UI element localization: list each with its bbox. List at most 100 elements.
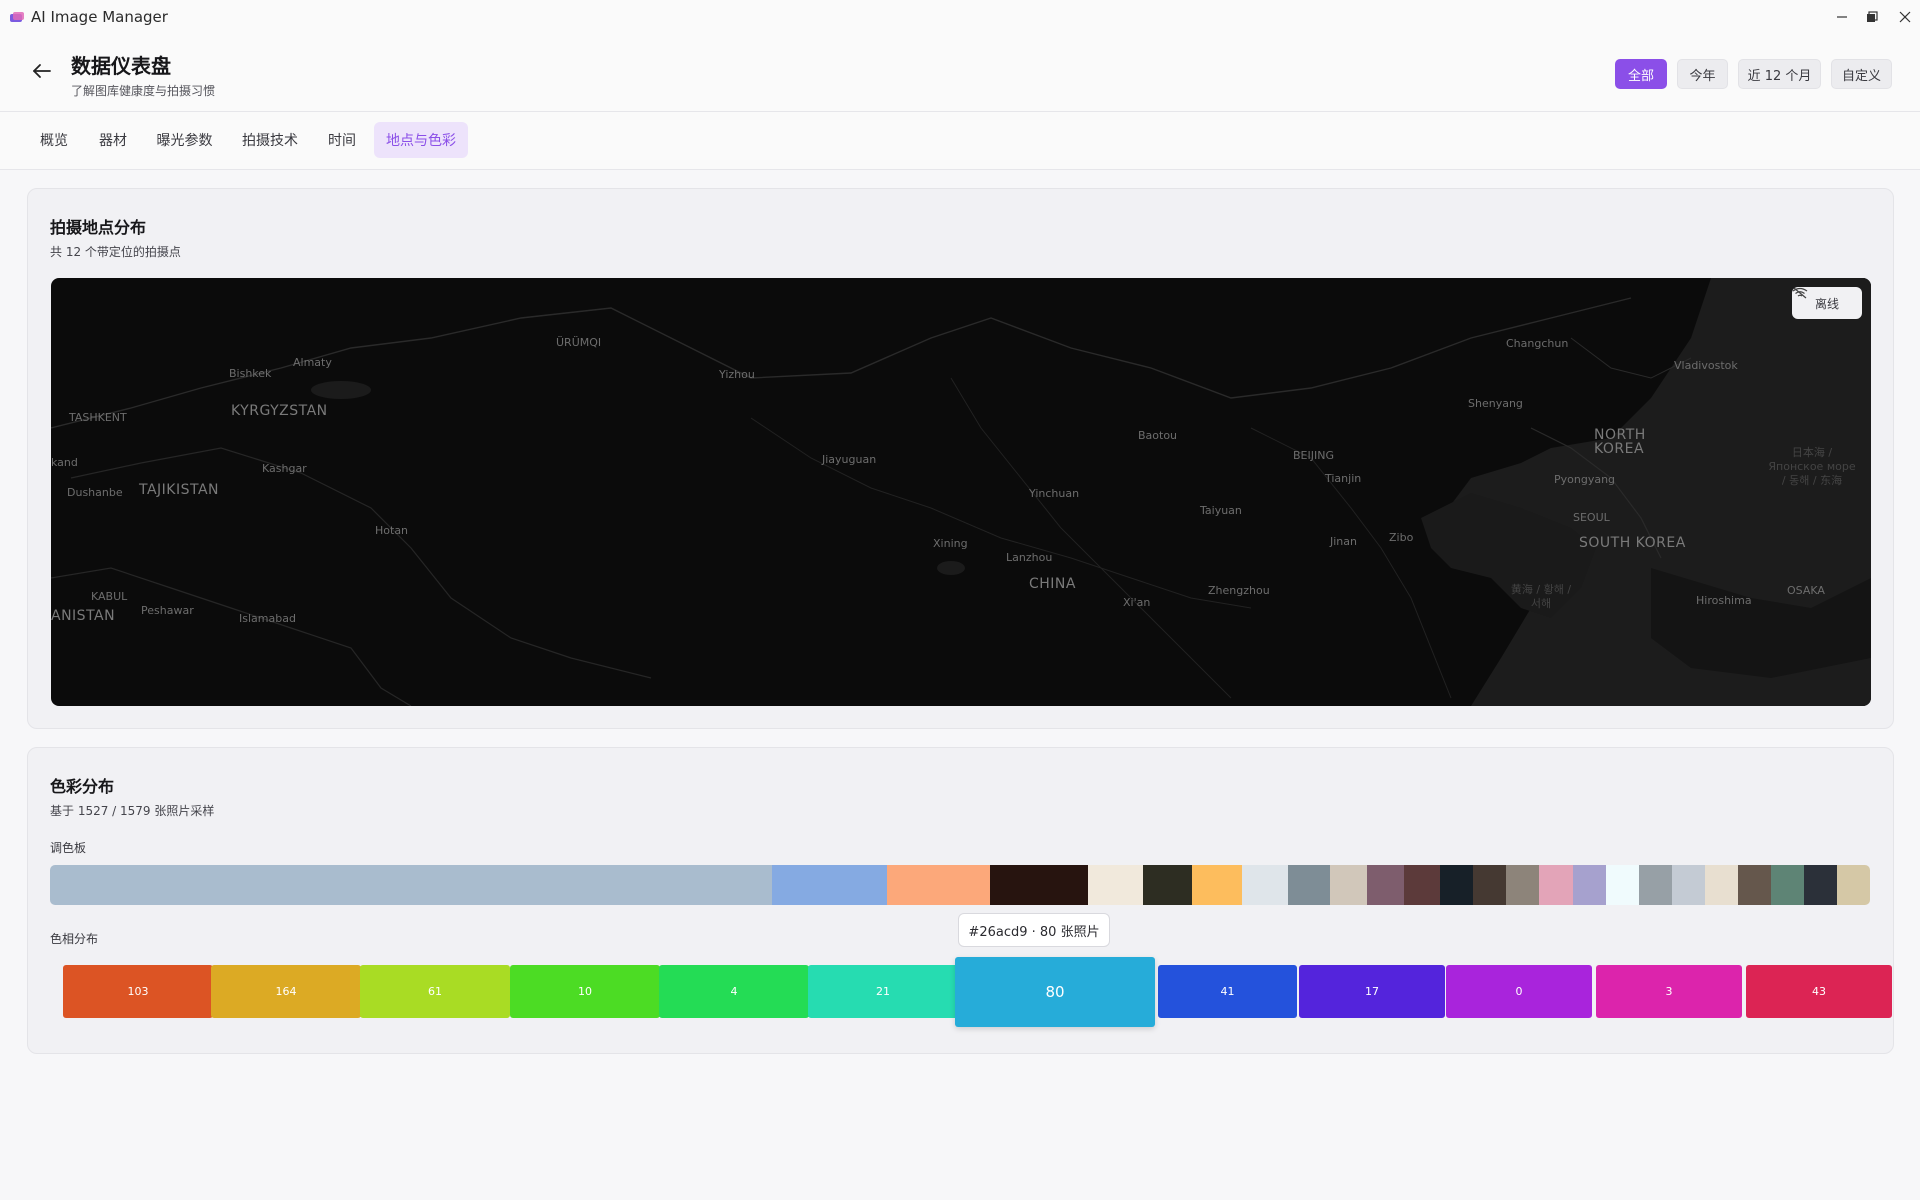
- map-label: OSAKA: [1787, 584, 1825, 597]
- map-label: Yinchuan: [1029, 487, 1080, 500]
- map-label: Zhengzhou: [1208, 584, 1270, 597]
- map-label: Kashgar: [262, 462, 307, 475]
- palette-swatch[interactable]: [1539, 865, 1573, 905]
- map-label: BEIJING: [1293, 449, 1334, 462]
- palette-swatch[interactable]: [1142, 865, 1193, 905]
- map-label: Taiyuan: [1200, 504, 1242, 517]
- map-label: SOUTH KOREA: [1579, 535, 1686, 551]
- palette-swatch[interactable]: [1638, 865, 1672, 905]
- palette-swatch[interactable]: [887, 865, 991, 905]
- map-label: Tianjin: [1325, 472, 1362, 485]
- palette-swatch[interactable]: [50, 865, 772, 905]
- hue-bar[interactable]: 164: [211, 965, 361, 1018]
- map-label: SEOUL: [1573, 511, 1610, 524]
- window-titlebar: AI Image Manager: [0, 0, 1920, 34]
- range-12-months-button[interactable]: 近 12 个月: [1738, 59, 1821, 89]
- map-label: Pyongyang: [1554, 473, 1616, 486]
- map-label: Jinan: [1330, 535, 1357, 548]
- close-button[interactable]: [1888, 0, 1920, 34]
- map-label: Vladivostok: [1674, 359, 1738, 372]
- hue-bar[interactable]: 21: [808, 965, 958, 1018]
- map-label: 日本海 / Японское море / 동해 / 东海: [1768, 446, 1856, 487]
- maximize-button[interactable]: [1855, 0, 1889, 34]
- map-label: TASHKENT: [69, 411, 127, 424]
- hue-bar[interactable]: 80: [955, 957, 1155, 1027]
- palette-swatch[interactable]: [1287, 865, 1331, 905]
- hue-bar[interactable]: 103: [63, 965, 213, 1018]
- palette-swatch[interactable]: [1192, 865, 1242, 905]
- map-label: Islamabad: [239, 612, 296, 625]
- hue-tooltip: #26acd9 · 80 张照片: [958, 913, 1110, 947]
- palette-label: 调色板: [50, 841, 87, 855]
- hue-bar[interactable]: 3: [1596, 965, 1742, 1018]
- map-label: Xi'an: [1123, 596, 1151, 609]
- palette-swatch[interactable]: [1241, 865, 1288, 905]
- app-logo-icon: [10, 12, 24, 22]
- palette-swatch[interactable]: [1440, 865, 1474, 905]
- map-label: NORTH KOREA: [1594, 427, 1646, 457]
- palette-swatch[interactable]: [771, 865, 888, 905]
- map-label: Hiroshima: [1696, 594, 1752, 607]
- color-card-subtitle: 基于 1527 / 1579 张照片采样: [50, 804, 215, 818]
- hue-bar[interactable]: 4: [659, 965, 809, 1018]
- wifi-off-icon: [1792, 287, 1808, 299]
- tab-technique[interactable]: 拍摄技术: [230, 122, 310, 158]
- palette-swatch[interactable]: [1671, 865, 1705, 905]
- tab-time[interactable]: 时间: [315, 122, 369, 158]
- hue-bar[interactable]: 61: [360, 965, 510, 1018]
- palette-swatch[interactable]: [1770, 865, 1804, 905]
- hue-bar[interactable]: 17: [1299, 965, 1445, 1018]
- palette-swatch[interactable]: [1704, 865, 1738, 905]
- location-card-title: 拍摄地点分布: [50, 218, 147, 237]
- map-label: Hotan: [375, 524, 409, 537]
- tab-overview[interactable]: 概览: [27, 122, 81, 158]
- map-label: Yizhou: [719, 368, 755, 381]
- range-this-year-button[interactable]: 今年: [1677, 59, 1728, 89]
- minimize-icon: [1837, 16, 1847, 18]
- map-label: Xining: [933, 537, 968, 550]
- tab-location-color[interactable]: 地点与色彩: [374, 122, 468, 158]
- map-label: Almaty: [293, 356, 332, 369]
- back-button[interactable]: [28, 60, 56, 82]
- palette-swatch[interactable]: [1803, 865, 1838, 905]
- tab-equipment[interactable]: 器材: [86, 122, 140, 158]
- color-card-title: 色彩分布: [50, 777, 115, 796]
- map-label: TAJIKISTAN: [139, 482, 220, 498]
- palette-swatch[interactable]: [1366, 865, 1404, 905]
- palette-swatch[interactable]: [1737, 865, 1771, 905]
- palette-swatch[interactable]: [1837, 865, 1870, 905]
- location-map[interactable]: ÜRÜMQI Almaty Bishkek TASHKENT Kashgar D…: [51, 278, 1871, 706]
- map-label: Bishkek: [229, 367, 272, 380]
- close-icon: [1899, 11, 1911, 23]
- map-label: Dushanbe: [67, 486, 123, 499]
- palette-swatch[interactable]: [1506, 865, 1540, 905]
- tab-bar: 概览 器材 曝光参数 拍摄技术 时间 地点与色彩: [0, 112, 1920, 170]
- page-header: 数据仪表盘 了解图库健康度与拍摄习惯 全部 今年 近 12 个月 自定义: [0, 34, 1920, 112]
- palette-swatch[interactable]: [1087, 865, 1143, 905]
- palette-swatch[interactable]: [990, 865, 1088, 905]
- window-title: AI Image Manager: [31, 8, 168, 26]
- map-label: Baotou: [1138, 429, 1178, 442]
- map-label: Lanzhou: [1006, 551, 1053, 564]
- hue-bar[interactable]: 43: [1746, 965, 1892, 1018]
- hue-bar[interactable]: 41: [1158, 965, 1297, 1018]
- palette-swatch[interactable]: [1330, 865, 1367, 905]
- hue-bar[interactable]: 0: [1446, 965, 1592, 1018]
- arrow-left-icon: [33, 64, 51, 78]
- hue-bar[interactable]: 10: [510, 965, 660, 1018]
- map-label: 黄海 / 황해 / 서해: [1510, 583, 1572, 610]
- range-custom-button[interactable]: 自定义: [1831, 59, 1892, 89]
- map-label: Peshawar: [141, 604, 194, 617]
- minimize-button[interactable]: [1825, 0, 1859, 34]
- palette-swatch[interactable]: [1473, 865, 1507, 905]
- tab-exposure[interactable]: 曝光参数: [145, 122, 224, 158]
- hue-distribution-label: 色相分布: [50, 932, 99, 946]
- offline-label: 离线: [1814, 296, 1839, 311]
- range-all-button[interactable]: 全部: [1615, 59, 1667, 89]
- map-label: Shenyang: [1468, 397, 1523, 410]
- map-label: kand: [51, 456, 78, 469]
- map-label: KABUL: [91, 590, 128, 603]
- palette-swatch[interactable]: [1403, 865, 1441, 905]
- palette-swatch[interactable]: [1605, 865, 1639, 905]
- palette-swatch[interactable]: [1572, 865, 1606, 905]
